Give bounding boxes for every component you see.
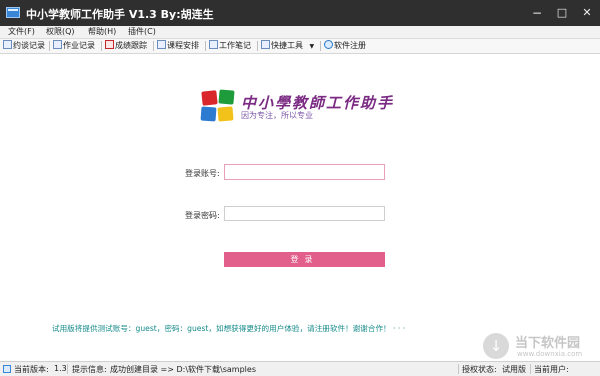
toolbar-quick-tools[interactable]: 快捷工具 ▼: [261, 40, 314, 52]
menu-help[interactable]: 帮助(H): [88, 26, 116, 38]
app-logo-icon: [200, 89, 235, 122]
homework-icon: [53, 40, 62, 49]
toolbar-divider: [205, 41, 206, 51]
toolbar-label: 课程安排: [167, 41, 199, 50]
account-label: 登录账号:: [185, 169, 220, 178]
pin-icon: [209, 40, 218, 49]
status-window-icon: [3, 365, 11, 373]
toolbar-label: 工作笔记: [219, 41, 251, 50]
password-input[interactable]: [224, 206, 385, 221]
license-label: 授权状态:: [462, 365, 497, 374]
notes-icon: [3, 40, 12, 49]
watermark-title: 当下软件园: [515, 336, 581, 351]
status-divider: [530, 364, 531, 374]
menu-bar: 文件(F) 权限(Q) 帮助(H) 插件(C): [0, 26, 600, 39]
menu-file[interactable]: 文件(F): [8, 26, 35, 38]
app-logo-subtitle: 因为专注，所以专业: [241, 111, 313, 120]
maximize-button[interactable]: □: [549, 0, 575, 26]
watermark-url: www.downxia.com: [517, 350, 583, 358]
close-button[interactable]: ✕: [574, 0, 600, 26]
minimize-button[interactable]: −: [524, 0, 550, 26]
login-button[interactable]: 登录: [224, 252, 385, 267]
trial-notice: 试用版将提供测试账号：guest，密码：guest，如想获得更好的用户体验，请注…: [52, 324, 406, 333]
calendar-icon: [157, 40, 166, 49]
tools-icon: [261, 40, 270, 49]
user-label: 当前用户:: [534, 365, 569, 374]
menu-plugins[interactable]: 插件(C): [128, 26, 156, 38]
info-label: 提示信息:: [72, 365, 107, 374]
status-divider: [67, 364, 68, 374]
toolbar: 约谈记录 作业记录 成绩跟踪 课程安排 工作笔记 快捷工具 ▼ 软件注册: [0, 39, 600, 54]
window-title: 中小学教师工作助手 V1.3 By:胡连生: [26, 8, 214, 21]
toolbar-course-schedule[interactable]: 课程安排: [157, 40, 199, 52]
toolbar-divider: [153, 41, 154, 51]
title-bar: 中小学教师工作助手 V1.3 By:胡连生 − □ ✕: [0, 0, 600, 26]
menu-permissions[interactable]: 权限(Q): [46, 26, 75, 38]
toolbar-divider: [49, 41, 50, 51]
password-label: 登录密码:: [185, 211, 220, 220]
toolbar-label: 软件注册: [334, 41, 366, 50]
status-divider: [458, 364, 459, 374]
toolbar-grade-tracking[interactable]: 成绩跟踪: [105, 40, 147, 52]
toolbar-work-notes[interactable]: 工作笔记: [209, 40, 251, 52]
toolbar-label: 成绩跟踪: [115, 41, 147, 50]
help-icon: [324, 40, 333, 49]
license-value: 试用版: [502, 365, 526, 374]
download-icon: ↓: [483, 333, 509, 359]
toolbar-divider: [320, 41, 321, 51]
info-value: 成功创建目录 => D:\软件下载\samples: [110, 365, 256, 374]
toolbar-divider: [257, 41, 258, 51]
toolbar-label: 快捷工具: [271, 41, 303, 50]
toolbar-interview-records[interactable]: 约谈记录: [3, 40, 45, 52]
chevron-down-icon[interactable]: ▼: [310, 43, 315, 50]
version-value: 1.3: [54, 364, 67, 373]
account-input[interactable]: [224, 164, 385, 180]
tracking-icon: [105, 40, 114, 49]
toolbar-software-registration[interactable]: 软件注册: [324, 40, 366, 52]
toolbar-divider: [101, 41, 102, 51]
version-label: 当前版本:: [14, 365, 49, 374]
toolbar-homework-records[interactable]: 作业记录: [53, 40, 95, 52]
app-window-icon: [6, 7, 20, 18]
status-bar: 当前版本: 1.3 提示信息: 成功创建目录 => D:\软件下载\sample…: [0, 361, 600, 376]
watermark: ↓ 当下软件园 www.downxia.com: [483, 332, 587, 362]
toolbar-label: 作业记录: [63, 41, 95, 50]
toolbar-label: 约谈记录: [13, 41, 45, 50]
